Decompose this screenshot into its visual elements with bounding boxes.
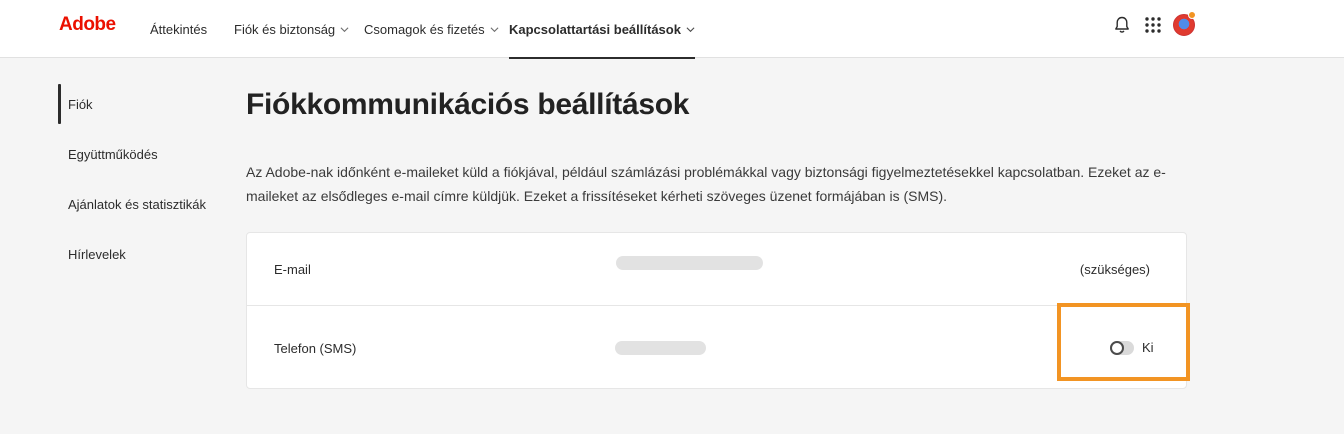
- email-row: E-mail (szükséges): [247, 233, 1186, 306]
- sidebar-item-label: Hírlevelek: [68, 246, 126, 262]
- sms-toggle[interactable]: [1110, 341, 1134, 355]
- app-grid-icon[interactable]: [1143, 15, 1163, 35]
- required-status: (szükséges): [1079, 262, 1150, 277]
- adobe-logo[interactable]: Adobe: [59, 14, 116, 36]
- nav-overview-label: Áttekintés: [150, 21, 208, 37]
- sidebar-item-newsletters[interactable]: Hírlevelek: [58, 234, 228, 274]
- bell-icon[interactable]: [1112, 15, 1132, 35]
- communication-settings-card: E-mail (szükséges) Telefon (SMS) Ki: [246, 232, 1187, 389]
- sidebar-item-account[interactable]: Fiók: [58, 84, 228, 124]
- nav-plans-payment-label: Csomagok és fizetés: [364, 21, 485, 37]
- chevron-down-icon: [686, 26, 695, 32]
- phone-row: Telefon (SMS) Ki: [247, 306, 1186, 390]
- toggle-knob: [1110, 341, 1124, 355]
- notification-dot: [1188, 11, 1196, 19]
- nav-communication-preferences[interactable]: Kapcsolattartási beállítások: [509, 0, 695, 59]
- sidebar-item-label: Ajánlatok és statisztikák: [68, 196, 207, 212]
- chevron-down-icon: [340, 26, 349, 32]
- email-label: E-mail: [274, 262, 311, 277]
- chevron-down-icon: [490, 26, 499, 32]
- nav-plans-payment[interactable]: Csomagok és fizetés: [364, 0, 499, 58]
- phone-label: Telefon (SMS): [274, 341, 357, 356]
- sidebar-item-label: Együttműködés: [68, 146, 158, 162]
- top-navigation: Adobe Áttekintés Fiók és biztonság Csoma…: [0, 0, 1344, 59]
- page-title: Fiókkommunikációs beállítások: [246, 88, 690, 121]
- active-tab-indicator: [509, 57, 695, 59]
- nav-communication-preferences-label: Kapcsolattartási beállítások: [509, 21, 681, 37]
- sidebar-item-collaboration[interactable]: Együttműködés: [58, 134, 228, 174]
- phone-value-redacted: [615, 341, 706, 355]
- page-description: Az Adobe-nak időnként e-maileket küld a …: [246, 164, 1166, 204]
- sidebar-item-offers-statistics[interactable]: Ajánlatok és statisztikák: [58, 184, 228, 224]
- email-value-redacted: [616, 256, 763, 270]
- nav-overview[interactable]: Áttekintés: [150, 0, 207, 58]
- sms-toggle-label: Ki: [1142, 340, 1154, 355]
- sidebar: Fiók Együttműködés Ajánlatok és statiszt…: [58, 84, 228, 284]
- sidebar-item-label: Fiók: [68, 96, 93, 112]
- nav-account-security[interactable]: Fiók és biztonság: [234, 0, 349, 58]
- nav-account-security-label: Fiók és biztonság: [234, 21, 336, 37]
